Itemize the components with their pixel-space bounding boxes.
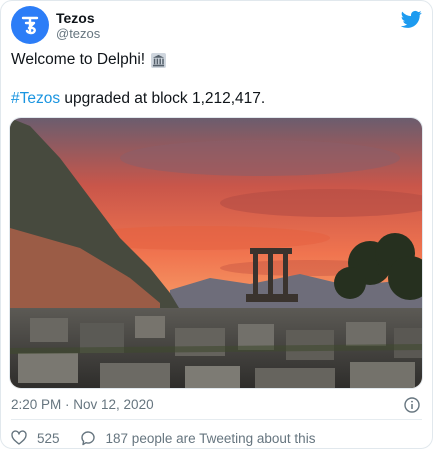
conversation-link[interactable]: 187 people are Tweeting about this (80, 430, 316, 446)
hashtag-link[interactable]: #Tezos (11, 90, 60, 107)
classical-building-icon (151, 52, 167, 68)
like-button[interactable]: 525 (11, 430, 60, 446)
tezos-logo-icon[interactable] (11, 6, 49, 44)
tweet-text-line-1: Welcome to Delphi! (11, 50, 167, 70)
account-names[interactable]: Tezos @tezos (56, 10, 100, 42)
info-icon[interactable] (404, 397, 420, 413)
tweet-text-line-2: #Tezos upgraded at block 1,212,417. (11, 89, 265, 109)
like-count: 525 (37, 430, 60, 446)
upgrade-text: upgraded at block 1,212,417. (60, 90, 266, 107)
tweet-card[interactable]: Tezos @tezos Welcome to Delphi! #Tezos u… (0, 0, 433, 449)
twitter-bird-icon[interactable] (400, 8, 422, 30)
tweet-timestamp[interactable]: 2:20 PM · Nov 12, 2020 (11, 397, 154, 412)
tweet-photo[interactable] (9, 117, 423, 389)
display-name[interactable]: Tezos (56, 10, 100, 26)
welcome-text: Welcome to Delphi! (11, 51, 146, 68)
heart-icon (11, 430, 27, 445)
conversation-text: 187 people are Tweeting about this (105, 430, 316, 446)
divider (11, 419, 422, 420)
tweet-actions: 525 187 people are Tweeting about this (11, 429, 315, 447)
speech-bubble-icon (80, 431, 95, 446)
tweet-header: Tezos @tezos (11, 6, 424, 46)
handle[interactable]: @tezos (56, 26, 100, 42)
